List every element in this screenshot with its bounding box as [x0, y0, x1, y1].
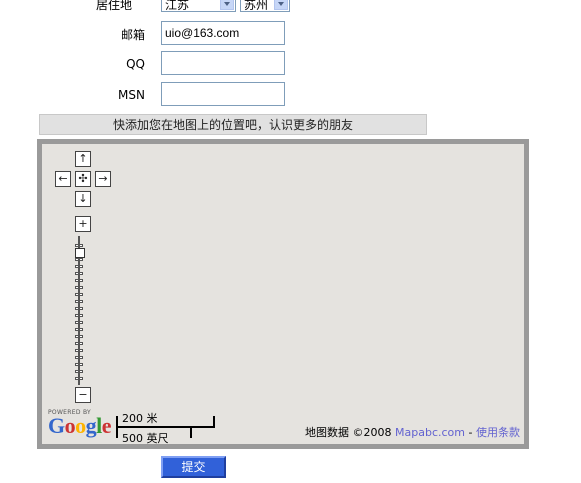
- city-value: 苏州: [244, 0, 269, 12]
- pan-right-button[interactable]: →: [95, 171, 111, 187]
- residence-label: 居住地: [95, 0, 132, 12]
- zoom-slider[interactable]: [73, 236, 85, 385]
- scale-imperial-label: 500 英尺: [122, 432, 169, 445]
- pan-left-button[interactable]: ←: [55, 171, 71, 187]
- email-field[interactable]: uio@163.com: [161, 21, 285, 45]
- chevron-down-icon[interactable]: [220, 0, 234, 10]
- pan-up-button[interactable]: ↑: [75, 151, 91, 167]
- map-canvas[interactable]: ↑ ← ✣ → ↓ + − POWERED BY Google 200 米 50…: [37, 139, 529, 449]
- pan-down-button[interactable]: ↓: [75, 191, 91, 207]
- map-data-label: 地图数据: [305, 426, 350, 439]
- zoom-out-button[interactable]: −: [75, 387, 91, 403]
- scale-bar: 200 米 500 英尺: [116, 410, 216, 444]
- province-value: 江苏: [165, 0, 190, 12]
- map-hint-bar: 快添加您在地图上的位置吧，认识更多的朋友: [39, 114, 427, 135]
- terms-link[interactable]: 使用条款: [476, 426, 520, 439]
- mapabc-link[interactable]: Mapabc.com: [395, 426, 465, 439]
- chevron-down-icon[interactable]: [274, 0, 288, 10]
- google-logo: Google: [48, 413, 112, 438]
- submit-button[interactable]: 提交: [161, 456, 226, 478]
- qq-field[interactable]: [161, 51, 285, 75]
- zoom-in-button[interactable]: +: [75, 216, 91, 232]
- pan-center-button[interactable]: ✣: [75, 171, 91, 187]
- map-copyright: 地图数据 ©2008 Mapabc.com - 使用条款: [305, 424, 520, 440]
- zoom-slider-handle[interactable]: [75, 248, 85, 258]
- city-select[interactable]: 苏州: [240, 0, 290, 12]
- zoom-rail: [78, 236, 80, 385]
- separator: -: [468, 426, 473, 439]
- copyright-year: ©2008: [352, 426, 392, 439]
- email-label: 邮箱: [120, 28, 145, 42]
- google-brand[interactable]: POWERED BY Google: [48, 409, 112, 438]
- province-select[interactable]: 江苏: [161, 0, 236, 12]
- scale-metric-label: 200 米: [122, 412, 158, 425]
- msn-field[interactable]: [161, 82, 285, 106]
- qq-label: QQ: [126, 57, 145, 71]
- msn-label: MSN: [118, 88, 145, 102]
